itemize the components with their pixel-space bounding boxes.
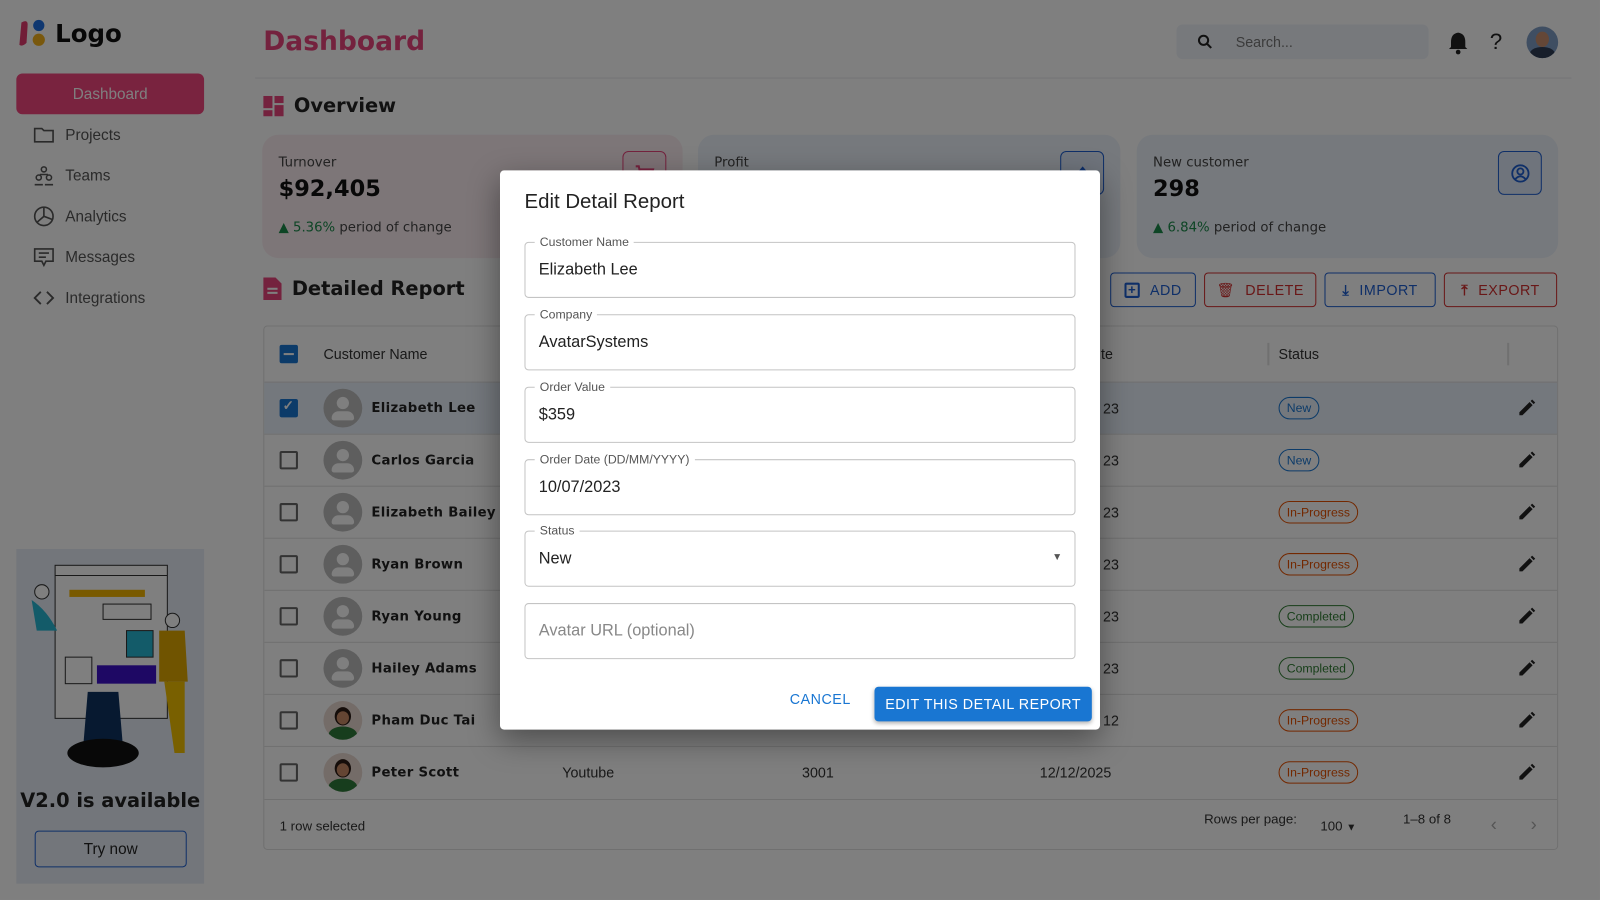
edit-report-dialog: Edit Detail Report Customer Name Elizabe… <box>499 170 1100 730</box>
field-placeholder: Avatar URL (optional) <box>538 621 695 640</box>
submit-edit-button[interactable]: EDIT THIS DETAIL REPORT <box>874 686 1092 722</box>
avatar-url-field[interactable]: Avatar URL (optional) <box>524 603 1076 660</box>
order-field[interactable]: Order Value $359 <box>524 379 1076 443</box>
field-value: New <box>538 549 572 567</box>
dialog-title: Edit Detail Report <box>524 190 685 214</box>
customer-field[interactable]: Customer Name Elizabeth Lee <box>524 234 1076 298</box>
cancel-button[interactable]: CANCEL <box>790 691 851 707</box>
field-value: Elizabeth Lee <box>538 260 638 279</box>
company-field[interactable]: Company AvatarSystems <box>524 307 1076 371</box>
field-value: AvatarSystems <box>538 333 649 351</box>
field-value: 10/07/2023 <box>538 478 621 496</box>
dropdown-arrow-icon: ▼ <box>1052 552 1063 564</box>
status-select[interactable]: Status New ▼ <box>524 523 1076 587</box>
field-value: $359 <box>538 405 576 423</box>
order-field[interactable]: Order Date (DD/MM/YYYY) 10/07/2023 <box>524 452 1076 516</box>
